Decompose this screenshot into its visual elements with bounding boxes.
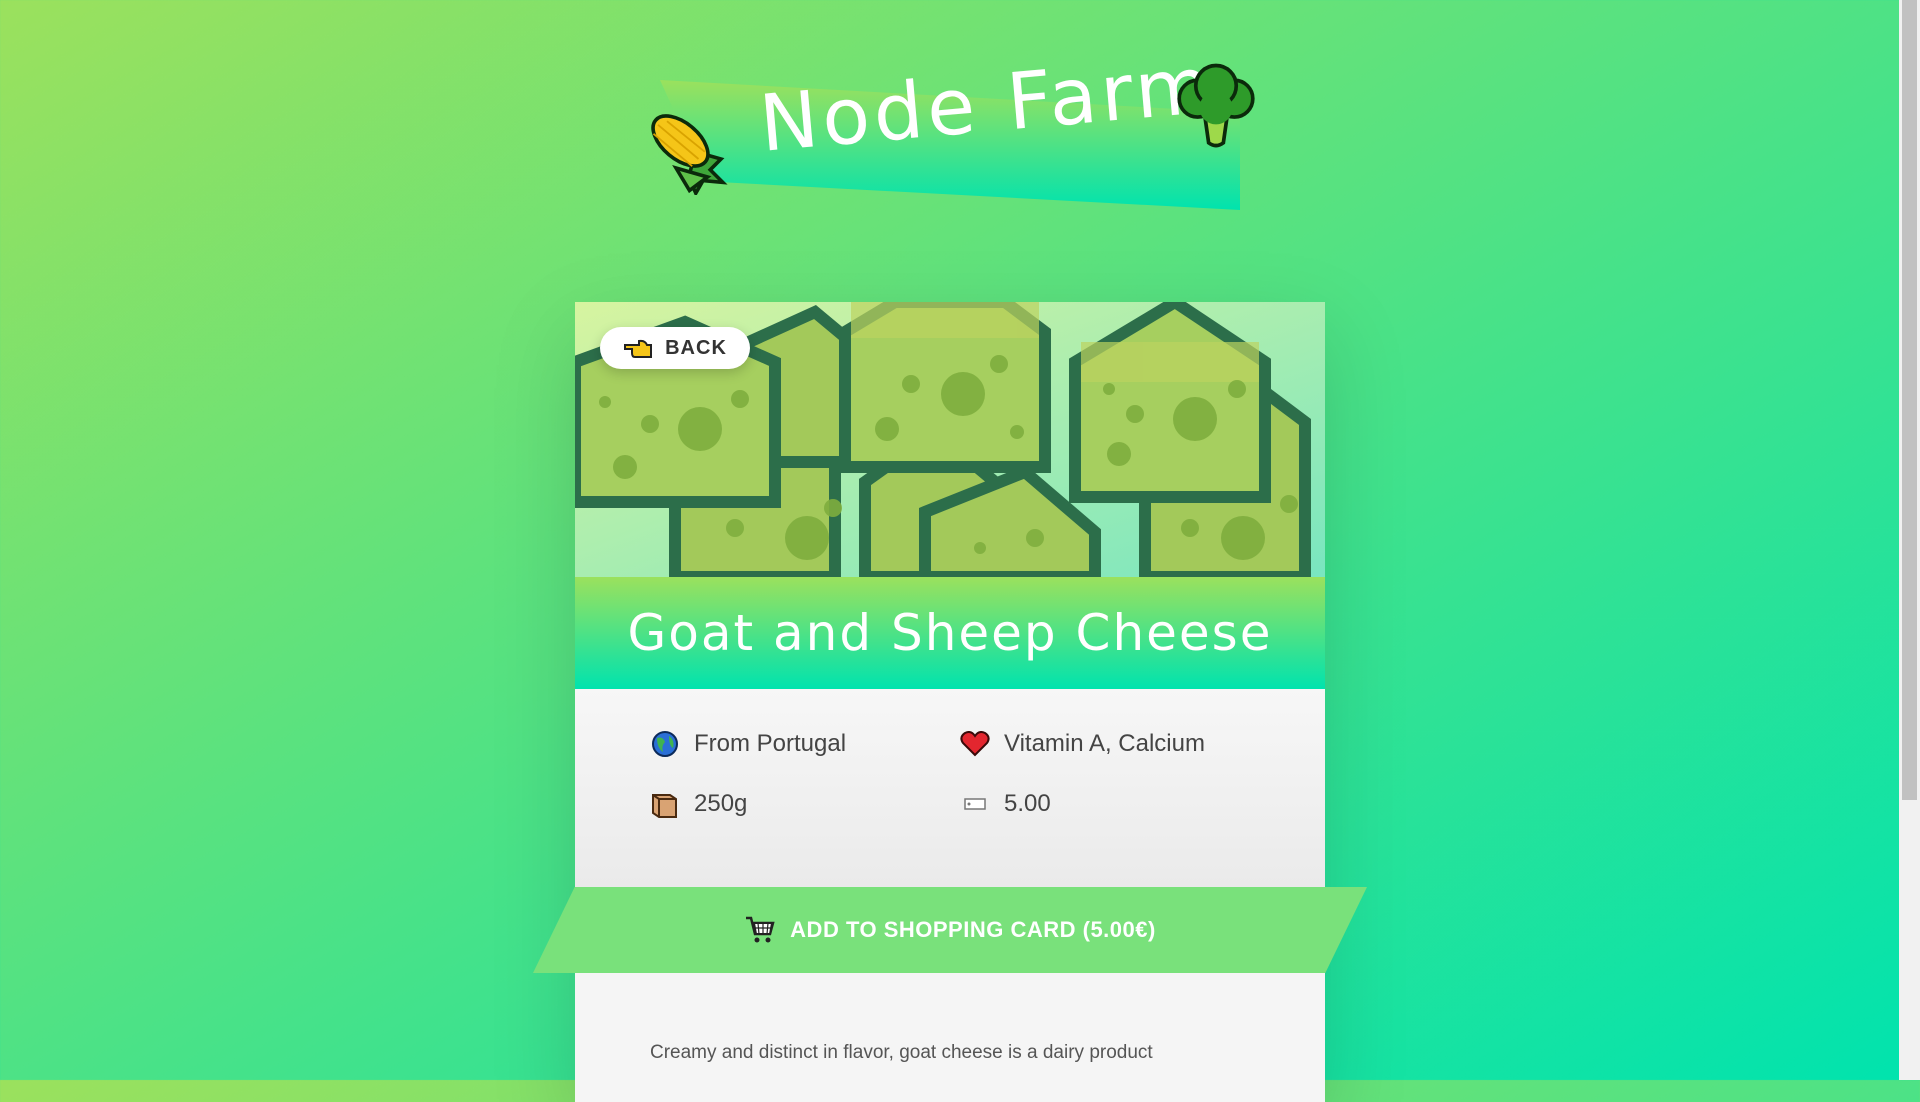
product-title-band: Goat and Sheep Cheese — [575, 577, 1325, 689]
add-to-cart-button[interactable]: ADD TO SHOPPING CARD (5.00€) — [533, 887, 1367, 973]
add-to-cart-label: ADD TO SHOPPING CARD (5.00€) — [790, 917, 1156, 942]
shopping-cart-icon — [746, 916, 775, 943]
quantity-detail: 250g — [650, 789, 747, 819]
origin-text: From Portugal — [694, 730, 847, 757]
description-line: Creamy and distinct in flavor, goat chee… — [650, 1042, 1153, 1063]
globe-icon — [650, 729, 680, 759]
pointing-hand-icon — [624, 339, 653, 358]
back-label: BACK — [665, 336, 727, 359]
price-detail: 5.00 — [960, 789, 1051, 819]
cheese-image: BACK — [575, 302, 1325, 577]
scrollbar-thumb[interactable] — [1902, 0, 1917, 800]
back-button[interactable]: BACK — [600, 327, 750, 369]
box-icon — [650, 789, 680, 819]
site-logo[interactable]: Node Farm — [640, 40, 1260, 230]
product-title: Goat and Sheep Cheese — [627, 604, 1273, 662]
price-tag-icon — [960, 789, 990, 819]
quantity-text: 250g — [694, 790, 748, 817]
broccoli-icon — [1177, 63, 1255, 148]
page-scrollbar[interactable] — [1899, 0, 1920, 1080]
product-details: From Portugal Vitamin A, Calcium 250g 5.… — [575, 689, 1325, 889]
corn-icon — [651, 114, 728, 195]
origin-detail: From Portugal — [650, 729, 846, 759]
product-description: Creamy and distinct in flavor, goat chee… — [650, 1035, 1250, 1071]
price-text: 5.00 — [1004, 790, 1051, 817]
heart-icon — [960, 729, 990, 759]
nutrients-text: Vitamin A, Calcium — [1004, 730, 1205, 757]
nutrients-detail: Vitamin A, Calcium — [960, 729, 1205, 759]
product-card: BACK Goat and Sheep Cheese From Portugal… — [575, 302, 1325, 1102]
